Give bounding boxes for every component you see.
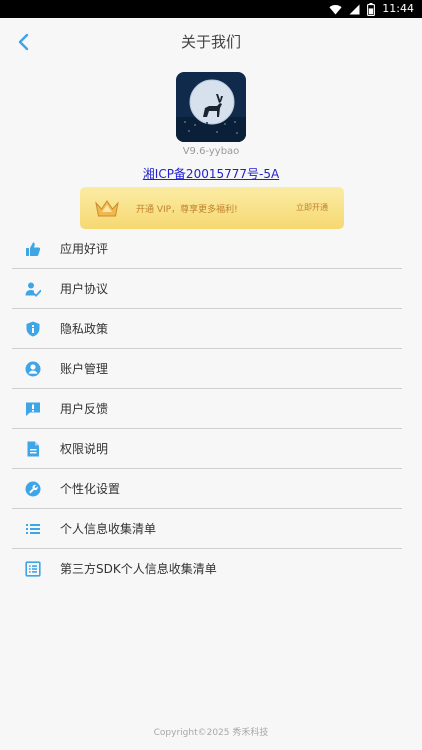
thumbs-up-icon (26, 242, 41, 256)
document-icon (27, 441, 39, 457)
menu-item-permissions[interactable]: 权限说明 (12, 429, 402, 469)
status-time: 11:44 (382, 2, 414, 15)
privacy-shield-icon (26, 321, 40, 337)
vip-banner[interactable]: 开通 VIP，尊享更多福利! 立即开通 (80, 187, 344, 229)
sdk-list-icon (25, 561, 41, 577)
menu-item-personalization[interactable]: 个性化设置 (12, 469, 402, 509)
vip-crown-icon (95, 200, 119, 217)
menu-label-permissions: 权限说明 (60, 442, 109, 456)
menu-label-personalization: 个性化设置 (60, 482, 121, 496)
menu-label-user-feedback: 用户反馈 (60, 402, 109, 416)
battery-icon (367, 2, 376, 16)
menu-item-user-feedback[interactable]: 用户反馈 (12, 389, 402, 429)
vip-promo-text: 开通 VIP，尊享更多福利! (136, 205, 238, 215)
app-logo (176, 72, 246, 142)
wifi-icon (329, 4, 342, 14)
menu-item-personal-info-list[interactable]: 个人信息收集清单 (12, 509, 402, 549)
list-icon (26, 524, 40, 534)
signal-icon (349, 4, 360, 14)
menu-label-third-party-sdk-list: 第三方SDK个人信息收集清单 (60, 562, 217, 576)
account-icon (25, 361, 41, 377)
menu-label-personal-info-list: 个人信息收集清单 (60, 522, 157, 536)
menu-item-privacy-policy[interactable]: 隐私政策 (12, 309, 402, 349)
wrench-icon (25, 481, 41, 497)
vip-open-button[interactable]: 立即开通 (296, 202, 328, 213)
menu-item-account-management[interactable]: 账户管理 (12, 349, 402, 389)
menu-label-privacy-policy: 隐私政策 (60, 322, 109, 336)
menu-label-user-agreement: 用户协议 (60, 282, 109, 296)
header: 关于我们 (0, 18, 422, 66)
icp-license-link[interactable]: 湘ICP备20015777号-5A (0, 165, 422, 182)
copyright-footer: Copyright©2025 秀禾科技 (153, 728, 269, 738)
menu-label-account-management: 账户管理 (60, 362, 109, 376)
feedback-icon (26, 402, 40, 416)
menu-label-app-rating: 应用好评 (60, 242, 109, 256)
settings-menu: 应用好评 用户协议 隐私政策 账户管理 用户反馈 权限说明 个性化设置 个人信息… (12, 229, 402, 589)
page-title: 关于我们 (180, 33, 241, 51)
menu-item-user-agreement[interactable]: 用户协议 (12, 269, 402, 309)
menu-item-third-party-sdk-list[interactable]: 第三方SDK个人信息收集清单 (12, 549, 402, 589)
menu-item-app-rating[interactable]: 应用好评 (12, 229, 402, 269)
app-version: V9.6-yybao (182, 146, 240, 157)
status-bar: 11:44 (0, 0, 422, 18)
user-agreement-icon (25, 282, 41, 297)
